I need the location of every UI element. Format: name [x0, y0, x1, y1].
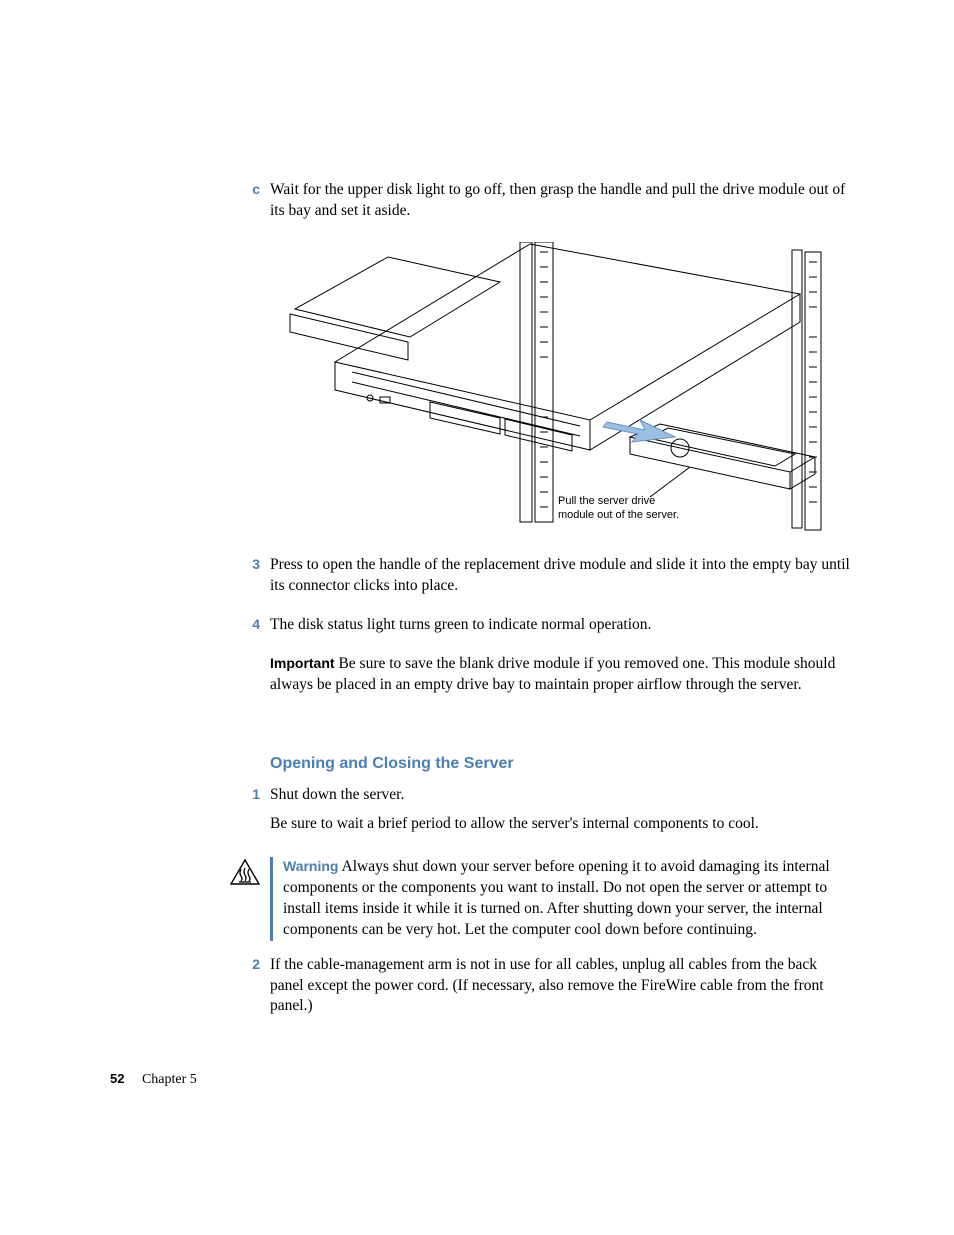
- important-note: Important Be sure to save the blank driv…: [110, 654, 854, 704]
- step-marker-3: 3: [110, 555, 270, 605]
- server-illustration: [270, 242, 830, 537]
- page-footer: 52 Chapter 5: [110, 1070, 197, 1090]
- step-marker-4: 4: [110, 615, 270, 644]
- section-heading-opening-closing: Opening and Closing the Server: [270, 753, 854, 775]
- step-c-text: Wait for the upper disk light to go off,…: [270, 180, 854, 230]
- page-number: 52: [110, 1071, 124, 1086]
- important-text: Be sure to save the blank drive module i…: [270, 655, 835, 693]
- step-4: 4 The disk status light turns green to i…: [110, 615, 854, 644]
- figure-server-drive: Pull the server drive module out of the …: [270, 242, 830, 537]
- step-s1-text: Shut down the server.: [270, 785, 854, 806]
- warning-label: Warning: [283, 858, 338, 874]
- step-3: 3 Press to open the handle of the replac…: [110, 555, 854, 605]
- step-marker-c: c: [110, 180, 270, 230]
- warning-block: Warning Always shut down your server bef…: [110, 857, 854, 941]
- step-4-text: The disk status light turns green to ind…: [270, 615, 854, 636]
- step-3-text: Press to open the handle of the replacem…: [270, 555, 854, 597]
- important-label: Important: [270, 655, 335, 671]
- warning-text: Always shut down your server before open…: [283, 858, 830, 938]
- step-s1: 1 Shut down the server. Be sure to wait …: [110, 785, 854, 843]
- step-marker-s2: 2: [110, 955, 270, 1026]
- step-s2-text: If the cable-management arm is not in us…: [270, 955, 854, 1018]
- step-s2: 2 If the cable-management arm is not in …: [110, 955, 854, 1026]
- step-c: c Wait for the upper disk light to go of…: [110, 180, 854, 230]
- page-content: c Wait for the upper disk light to go of…: [0, 0, 954, 1025]
- chapter-label: Chapter 5: [142, 1072, 197, 1087]
- warning-heat-icon: [230, 859, 260, 885]
- step-s1-text2: Be sure to wait a brief period to allow …: [270, 814, 854, 835]
- figure-caption: Pull the server drive module out of the …: [558, 494, 708, 523]
- step-marker-s1: 1: [110, 785, 270, 843]
